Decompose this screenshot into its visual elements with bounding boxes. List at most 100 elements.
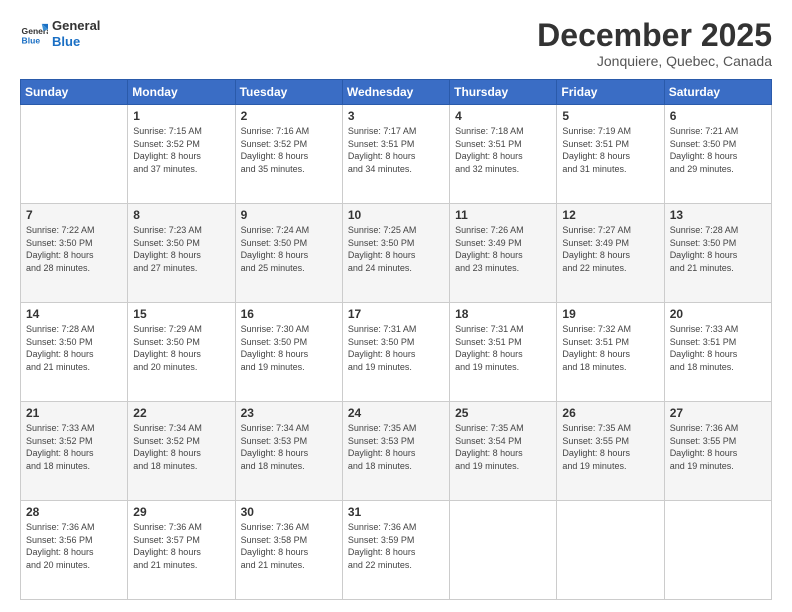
cell-info: Sunrise: 7:21 AM Sunset: 3:50 PM Dayligh… [670, 125, 766, 175]
cell-info: Sunrise: 7:34 AM Sunset: 3:53 PM Dayligh… [241, 422, 337, 472]
day-number: 25 [455, 406, 551, 420]
logo-icon: General Blue [20, 20, 48, 48]
weekday-header: Monday [128, 80, 235, 105]
cell-info: Sunrise: 7:36 AM Sunset: 3:57 PM Dayligh… [133, 521, 229, 571]
title-block: December 2025 Jonquiere, Quebec, Canada [537, 18, 772, 69]
calendar-cell: 20Sunrise: 7:33 AM Sunset: 3:51 PM Dayli… [664, 303, 771, 402]
calendar-cell: 5Sunrise: 7:19 AM Sunset: 3:51 PM Daylig… [557, 105, 664, 204]
calendar-week-row: 21Sunrise: 7:33 AM Sunset: 3:52 PM Dayli… [21, 402, 772, 501]
cell-info: Sunrise: 7:27 AM Sunset: 3:49 PM Dayligh… [562, 224, 658, 274]
day-number: 31 [348, 505, 444, 519]
day-number: 24 [348, 406, 444, 420]
day-number: 7 [26, 208, 122, 222]
page-header: General Blue General Blue December 2025 … [20, 18, 772, 69]
day-number: 10 [348, 208, 444, 222]
calendar-cell: 30 Sunrise: 7:36 AM Sunset: 3:58 PM Dayli… [235, 501, 342, 600]
cell-info: Sunrise: 7:33 AM Sunset: 3:52 PM Dayligh… [26, 422, 122, 472]
calendar-cell: 1 Sunrise: 7:15 AM Sunset: 3:52 PM Daylig… [128, 105, 235, 204]
cell-info: Sunrise: 7:36 AM Sunset: 3:55 PM Dayligh… [670, 422, 766, 472]
day-number: 12 [562, 208, 658, 222]
weekday-header: Saturday [664, 80, 771, 105]
day-number: 23 [241, 406, 337, 420]
calendar-cell: 26 Sunrise: 7:35 AM Sunset: 3:55 PM Dayli… [557, 402, 664, 501]
day-number: 3 [348, 109, 444, 123]
calendar-cell: 22Sunrise: 7:34 AM Sunset: 3:52 PM Dayli… [128, 402, 235, 501]
cell-info: Sunrise: 7:18 AM Sunset: 3:51 PM Dayligh… [455, 125, 551, 175]
calendar-cell: 7 Sunrise: 7:22 AM Sunset: 3:50 PM Daylig… [21, 204, 128, 303]
weekday-header: Wednesday [342, 80, 449, 105]
cell-info: Sunrise: 7:35 AM Sunset: 3:55 PM Dayligh… [562, 422, 658, 472]
calendar-cell [557, 501, 664, 600]
calendar-cell: 6Sunrise: 7:21 AM Sunset: 3:50 PM Daylig… [664, 105, 771, 204]
day-number: 28 [26, 505, 122, 519]
day-number: 2 [241, 109, 337, 123]
day-number: 9 [241, 208, 337, 222]
calendar-cell: 21Sunrise: 7:33 AM Sunset: 3:52 PM Dayli… [21, 402, 128, 501]
calendar-cell: 3 Sunrise: 7:17 AM Sunset: 3:51 PM Daylig… [342, 105, 449, 204]
calendar-cell: 31 Sunrise: 7:36 AM Sunset: 3:59 PM Dayli… [342, 501, 449, 600]
day-number: 26 [562, 406, 658, 420]
day-number: 1 [133, 109, 229, 123]
day-number: 30 [241, 505, 337, 519]
weekday-header: Sunday [21, 80, 128, 105]
calendar-cell: 2 Sunrise: 7:16 AM Sunset: 3:52 PM Daylig… [235, 105, 342, 204]
calendar-cell: 4 Sunrise: 7:18 AM Sunset: 3:51 PM Daylig… [450, 105, 557, 204]
day-number: 13 [670, 208, 766, 222]
calendar-cell: 19 Sunrise: 7:32 AM Sunset: 3:51 PM Dayli… [557, 303, 664, 402]
weekday-header: Friday [557, 80, 664, 105]
cell-info: Sunrise: 7:23 AM Sunset: 3:50 PM Dayligh… [133, 224, 229, 274]
cell-info: Sunrise: 7:15 AM Sunset: 3:52 PM Dayligh… [133, 125, 229, 175]
cell-info: Sunrise: 7:35 AM Sunset: 3:54 PM Dayligh… [455, 422, 551, 472]
cell-info: Sunrise: 7:31 AM Sunset: 3:50 PM Dayligh… [348, 323, 444, 373]
cell-info: Sunrise: 7:25 AM Sunset: 3:50 PM Dayligh… [348, 224, 444, 274]
calendar-cell: 13Sunrise: 7:28 AM Sunset: 3:50 PM Dayli… [664, 204, 771, 303]
calendar-cell: 29 Sunrise: 7:36 AM Sunset: 3:57 PM Dayli… [128, 501, 235, 600]
cell-info: Sunrise: 7:28 AM Sunset: 3:50 PM Dayligh… [26, 323, 122, 373]
calendar-cell [21, 105, 128, 204]
calendar-week-row: 28Sunrise: 7:36 AM Sunset: 3:56 PM Dayli… [21, 501, 772, 600]
calendar-cell: 28Sunrise: 7:36 AM Sunset: 3:56 PM Dayli… [21, 501, 128, 600]
cell-info: Sunrise: 7:31 AM Sunset: 3:51 PM Dayligh… [455, 323, 551, 373]
day-number: 16 [241, 307, 337, 321]
day-number: 18 [455, 307, 551, 321]
day-number: 5 [562, 109, 658, 123]
cell-info: Sunrise: 7:32 AM Sunset: 3:51 PM Dayligh… [562, 323, 658, 373]
month-title: December 2025 [537, 18, 772, 53]
calendar-cell [450, 501, 557, 600]
calendar-cell: 23 Sunrise: 7:34 AM Sunset: 3:53 PM Dayli… [235, 402, 342, 501]
calendar-week-row: 7 Sunrise: 7:22 AM Sunset: 3:50 PM Daylig… [21, 204, 772, 303]
calendar-cell: 8 Sunrise: 7:23 AM Sunset: 3:50 PM Daylig… [128, 204, 235, 303]
calendar-cell: 15Sunrise: 7:29 AM Sunset: 3:50 PM Dayli… [128, 303, 235, 402]
calendar-cell: 17 Sunrise: 7:31 AM Sunset: 3:50 PM Dayli… [342, 303, 449, 402]
cell-info: Sunrise: 7:36 AM Sunset: 3:58 PM Dayligh… [241, 521, 337, 571]
day-number: 17 [348, 307, 444, 321]
calendar-week-row: 14Sunrise: 7:28 AM Sunset: 3:50 PM Dayli… [21, 303, 772, 402]
day-number: 4 [455, 109, 551, 123]
calendar-cell: 10 Sunrise: 7:25 AM Sunset: 3:50 PM Dayli… [342, 204, 449, 303]
calendar-cell: 16 Sunrise: 7:30 AM Sunset: 3:50 PM Dayli… [235, 303, 342, 402]
calendar-body: 1 Sunrise: 7:15 AM Sunset: 3:52 PM Daylig… [21, 105, 772, 600]
cell-info: Sunrise: 7:29 AM Sunset: 3:50 PM Dayligh… [133, 323, 229, 373]
calendar-cell: 27Sunrise: 7:36 AM Sunset: 3:55 PM Dayli… [664, 402, 771, 501]
cell-info: Sunrise: 7:24 AM Sunset: 3:50 PM Dayligh… [241, 224, 337, 274]
day-number: 29 [133, 505, 229, 519]
day-number: 11 [455, 208, 551, 222]
day-number: 20 [670, 307, 766, 321]
calendar-week-row: 1 Sunrise: 7:15 AM Sunset: 3:52 PM Daylig… [21, 105, 772, 204]
cell-info: Sunrise: 7:22 AM Sunset: 3:50 PM Dayligh… [26, 224, 122, 274]
cell-info: Sunrise: 7:36 AM Sunset: 3:59 PM Dayligh… [348, 521, 444, 571]
cell-info: Sunrise: 7:30 AM Sunset: 3:50 PM Dayligh… [241, 323, 337, 373]
cell-info: Sunrise: 7:17 AM Sunset: 3:51 PM Dayligh… [348, 125, 444, 175]
weekday-header: Tuesday [235, 80, 342, 105]
day-number: 8 [133, 208, 229, 222]
calendar-cell: 9 Sunrise: 7:24 AM Sunset: 3:50 PM Daylig… [235, 204, 342, 303]
location-subtitle: Jonquiere, Quebec, Canada [537, 53, 772, 69]
calendar-cell: 25 Sunrise: 7:35 AM Sunset: 3:54 PM Dayli… [450, 402, 557, 501]
calendar-cell: 24Sunrise: 7:35 AM Sunset: 3:53 PM Dayli… [342, 402, 449, 501]
cell-info: Sunrise: 7:16 AM Sunset: 3:52 PM Dayligh… [241, 125, 337, 175]
cell-info: Sunrise: 7:34 AM Sunset: 3:52 PM Dayligh… [133, 422, 229, 472]
logo: General Blue General Blue [20, 18, 100, 49]
calendar-cell: 18 Sunrise: 7:31 AM Sunset: 3:51 PM Dayli… [450, 303, 557, 402]
day-number: 19 [562, 307, 658, 321]
weekday-header: Thursday [450, 80, 557, 105]
